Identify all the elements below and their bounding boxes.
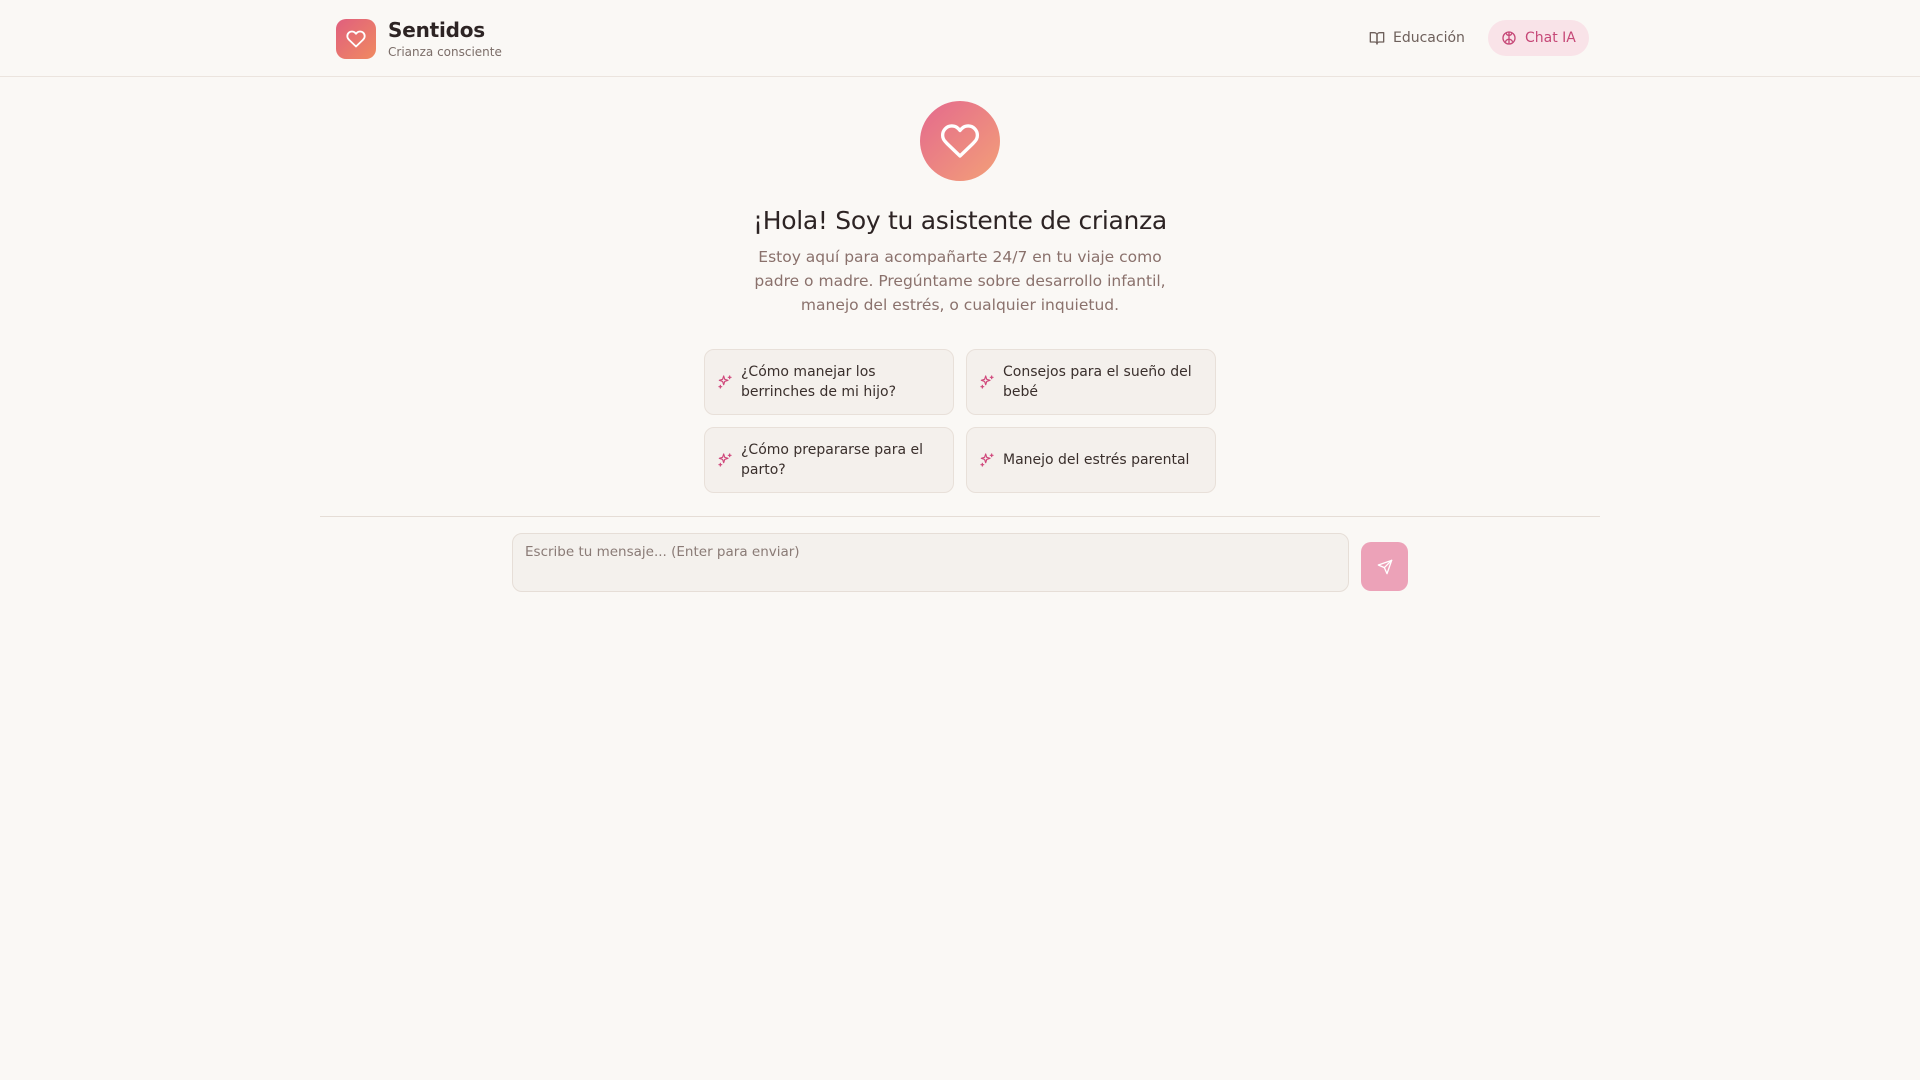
brand[interactable]: Sentidos Crianza consciente (336, 18, 502, 60)
brand-name: Sentidos (388, 18, 485, 42)
suggestion-label: ¿Cómo manejar los berrinches de mi hijo? (741, 364, 897, 400)
nav-item-label: Chat IA (1525, 30, 1576, 46)
heart-icon (336, 19, 376, 59)
suggestion-label: Manejo del estrés parental (1003, 452, 1190, 468)
heart-icon (920, 101, 1000, 181)
message-input-container (512, 533, 1349, 592)
welcome-description: Estoy aquí para acompañarte 24/7 en tu v… (754, 248, 1166, 314)
suggestion-berrinches[interactable]: ¿Cómo manejar los berrinches de mi hijo? (704, 349, 954, 415)
suggestion-parto[interactable]: ¿Cómo prepararse para el parto? (704, 427, 954, 493)
composer-divider (320, 516, 1600, 517)
suggestion-estres-parental[interactable]: Manejo del estrés parental (966, 427, 1216, 493)
suggestion-sueno-bebe[interactable]: Consejos para el sueño del bebé (966, 349, 1216, 415)
send-icon (1377, 559, 1393, 575)
brand-text: Sentidos Crianza consciente (388, 18, 502, 60)
suggestion-label: Consejos para el sueño del bebé (1003, 364, 1192, 400)
suggestion-label: ¿Cómo prepararse para el parto? (741, 442, 924, 478)
sparkles-icon (717, 374, 733, 390)
welcome-title: ¡Hola! Soy tu asistente de crianza (753, 206, 1167, 235)
nav-item-chat-ia[interactable]: Chat IA (1488, 20, 1589, 56)
app-header: Sentidos Crianza consciente Educación Ch… (0, 0, 1920, 77)
book-open-icon (1369, 30, 1385, 46)
brain-icon (1501, 30, 1517, 46)
sparkles-icon (979, 374, 995, 390)
send-button[interactable] (1361, 542, 1408, 591)
sparkles-icon (717, 452, 733, 468)
nav-item-educacion[interactable]: Educación (1355, 20, 1479, 56)
sparkles-icon (979, 452, 995, 468)
nav-item-label: Educación (1393, 30, 1465, 46)
message-input[interactable] (525, 544, 1336, 581)
brand-tagline: Crianza consciente (388, 45, 502, 59)
